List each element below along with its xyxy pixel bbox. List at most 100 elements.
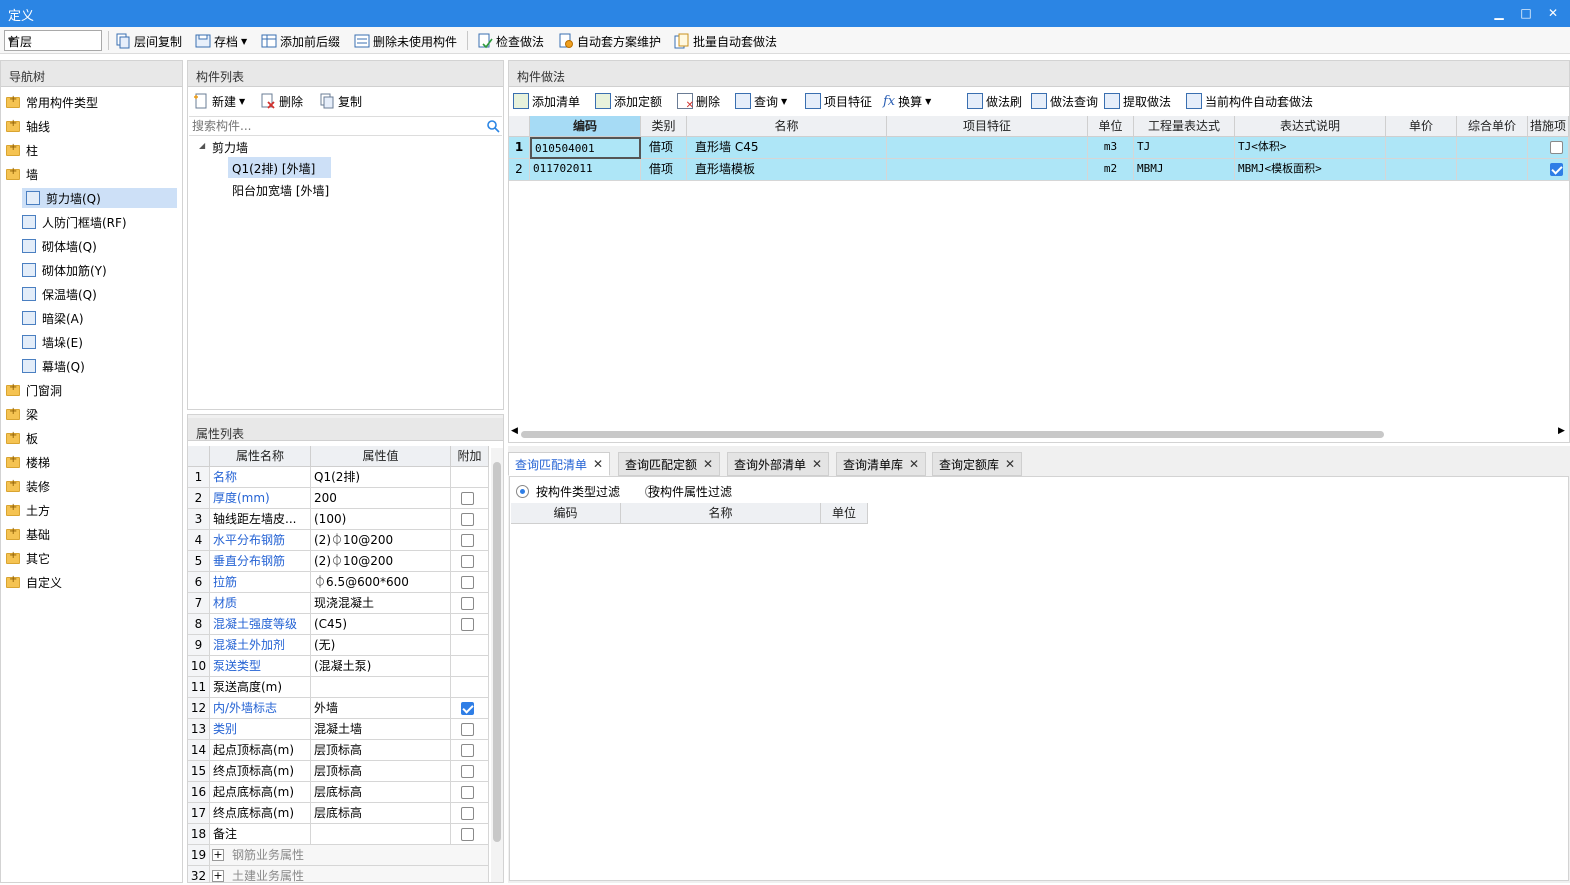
delete-unused-button[interactable]: 删除未使用构件: [354, 31, 457, 51]
save-button[interactable]: 存档 ▼: [195, 31, 247, 51]
method-cell-code[interactable]: 011702011: [530, 159, 641, 181]
prop-extra-checkbox[interactable]: [461, 576, 474, 589]
floor-select[interactable]: 首层 ▼: [4, 30, 102, 51]
maximize-button[interactable]: □: [1518, 5, 1534, 21]
nav-item[interactable]: 墙垛(E): [22, 332, 83, 352]
close-icon[interactable]: ✕: [703, 457, 713, 471]
query-col-unit[interactable]: 单位: [821, 503, 868, 524]
method-cell-total[interactable]: [1457, 159, 1528, 181]
method-cell-feature[interactable]: [887, 159, 1088, 181]
close-icon[interactable]: ✕: [1005, 457, 1015, 471]
prop-extra-checkbox[interactable]: [461, 702, 474, 715]
auto-apply-button[interactable]: 当前构件自动套做法: [1186, 91, 1313, 111]
nav-item[interactable]: 土方: [6, 500, 50, 520]
method-col-total[interactable]: 综合单价: [1457, 116, 1528, 137]
prop-extra-checkbox[interactable]: [461, 597, 474, 610]
nav-item[interactable]: 砌体墙(Q): [22, 236, 97, 256]
prop-extra-checkbox[interactable]: [461, 513, 474, 526]
prop-value[interactable]: (混凝土泵): [311, 656, 451, 677]
prop-value[interactable]: 层底标高: [311, 803, 451, 824]
prop-extra-checkbox[interactable]: [461, 555, 474, 568]
method-cell-feature[interactable]: [887, 137, 1088, 159]
method-col-expr[interactable]: 工程量表达式: [1134, 116, 1235, 137]
scrollbar-thumb[interactable]: [521, 431, 1384, 438]
close-button[interactable]: ✕: [1545, 5, 1561, 21]
prop-extra-checkbox[interactable]: [461, 786, 474, 799]
nav-item[interactable]: 砌体加筋(Y): [22, 260, 107, 280]
scroll-left-icon[interactable]: ◀: [511, 426, 518, 436]
method-col-name[interactable]: 名称: [687, 116, 887, 137]
copy-component-button[interactable]: 复制: [319, 91, 362, 111]
measure-checkbox[interactable]: [1550, 163, 1563, 176]
prop-value[interactable]: (2)⏀10@200: [311, 530, 451, 551]
method-cell-price[interactable]: [1386, 137, 1457, 159]
prop-value[interactable]: (无): [311, 635, 451, 656]
query-tab[interactable]: 查询匹配清单 ✕: [508, 452, 611, 476]
prop-extra-checkbox[interactable]: [461, 828, 474, 841]
method-col-feature[interactable]: 项目特征: [887, 116, 1088, 137]
prop-value[interactable]: 混凝土墙: [311, 719, 451, 740]
filter-type-radio[interactable]: [516, 485, 529, 498]
new-component-button[interactable]: 新建 ▼: [193, 91, 245, 111]
add-prefix-suffix-button[interactable]: 添加前后缀: [261, 31, 340, 51]
convert-button[interactable]: fx 换算 ▼: [883, 91, 931, 111]
nav-item[interactable]: 幕墙(Q): [22, 356, 85, 376]
method-cell-name[interactable]: 直形墙 C45: [687, 137, 887, 159]
tree-expand-icon[interactable]: ◢: [199, 141, 205, 150]
prop-extra-checkbox[interactable]: [461, 492, 474, 505]
prop-value[interactable]: 层顶标高: [311, 761, 451, 782]
query-col-code[interactable]: 编码: [511, 503, 621, 524]
query-tab[interactable]: 查询定额库 ✕: [932, 452, 1023, 476]
close-icon[interactable]: ✕: [593, 457, 603, 471]
add-bill-button[interactable]: 添加清单: [513, 91, 580, 111]
method-cell-price[interactable]: [1386, 159, 1457, 181]
close-icon[interactable]: ✕: [909, 457, 919, 471]
nav-item[interactable]: 柱: [6, 140, 38, 160]
prop-value[interactable]: [311, 677, 451, 698]
tree-item-balcony-wall[interactable]: 阳台加宽墙 [外墙]: [228, 179, 329, 200]
tree-item-q1[interactable]: Q1(2排) [外墙]: [228, 157, 331, 178]
prop-extra-checkbox[interactable]: [461, 765, 474, 778]
auto-scheme-button[interactable]: 自动套方案维护: [558, 31, 661, 51]
property-scrollbar[interactable]: [491, 448, 503, 882]
method-col-unit[interactable]: 单位: [1088, 116, 1134, 137]
tree-root[interactable]: 剪力墙: [212, 139, 248, 156]
prop-value[interactable]: (C45): [311, 614, 451, 635]
nav-item[interactable]: 人防门框墙(RF): [22, 212, 127, 232]
prop-value[interactable]: (2)⏀10@200: [311, 551, 451, 572]
method-query-button[interactable]: 做法查询: [1031, 91, 1098, 111]
prop-value[interactable]: [311, 824, 451, 845]
prop-value[interactable]: ⏀6.5@600*600: [311, 572, 451, 593]
method-col-code[interactable]: 编码: [530, 116, 641, 137]
method-cell-desc[interactable]: TJ<体积>: [1235, 137, 1386, 159]
method-cell-unit[interactable]: m3: [1088, 137, 1134, 159]
nav-item[interactable]: 剪力墙(Q): [22, 188, 177, 208]
prop-value[interactable]: (100): [311, 509, 451, 530]
prop-value[interactable]: Q1(2排): [311, 467, 451, 488]
close-icon[interactable]: ✕: [812, 457, 822, 471]
prop-extra-checkbox[interactable]: [461, 744, 474, 757]
minimize-button[interactable]: ▁: [1491, 5, 1507, 21]
query-tab[interactable]: 查询外部清单 ✕: [727, 452, 830, 476]
prop-extra-checkbox[interactable]: [461, 534, 474, 547]
query-tab[interactable]: 查询清单库 ✕: [836, 452, 927, 476]
query-tab[interactable]: 查询匹配定额 ✕: [618, 452, 721, 476]
nav-item[interactable]: 常用构件类型: [6, 92, 98, 112]
expand-plus-icon[interactable]: +: [212, 849, 224, 861]
nav-item[interactable]: 墙: [6, 164, 38, 184]
method-cell-unit[interactable]: m2: [1088, 159, 1134, 181]
method-cell-expr[interactable]: MBMJ: [1134, 159, 1235, 181]
nav-item[interactable]: 门窗洞: [6, 380, 62, 400]
expand-plus-icon[interactable]: +: [212, 870, 224, 882]
nav-item[interactable]: 其它: [6, 548, 50, 568]
component-search-input[interactable]: [189, 116, 502, 136]
prop-extra-checkbox[interactable]: [461, 618, 474, 631]
scrollbar-thumb[interactable]: [493, 462, 501, 842]
prop-value[interactable]: 现浇混凝土: [311, 593, 451, 614]
prop-extra-checkbox[interactable]: [461, 807, 474, 820]
method-cell-expr[interactable]: TJ: [1134, 137, 1235, 159]
method-cell-type[interactable]: 借项: [641, 137, 687, 159]
nav-item[interactable]: 保温墙(Q): [22, 284, 97, 304]
query-button[interactable]: 查询 ▼: [735, 91, 787, 111]
nav-item[interactable]: 自定义: [6, 572, 62, 592]
